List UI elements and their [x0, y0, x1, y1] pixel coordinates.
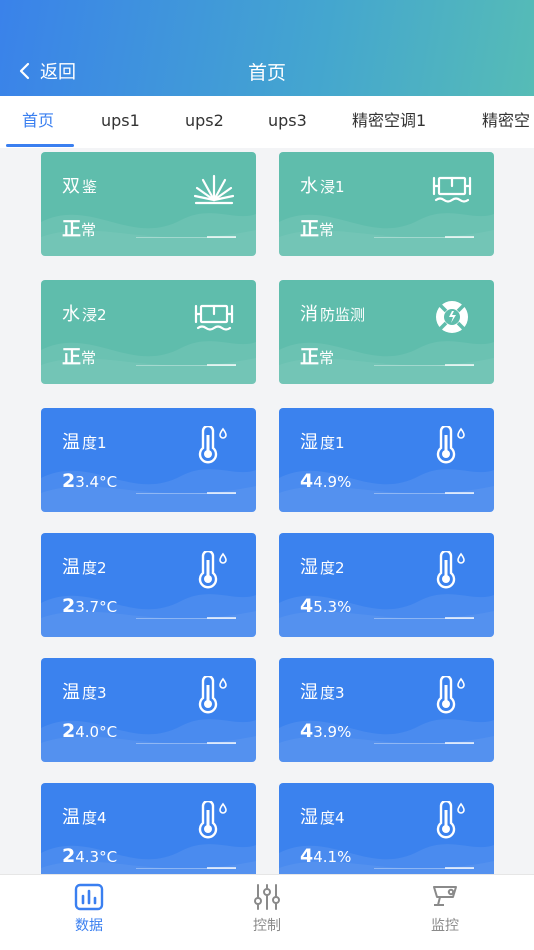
- card-divider-accent: [445, 867, 474, 869]
- card-divider-accent: [445, 742, 474, 744]
- tab-bar: 首页 ups1 ups2 ups3 精密空调1 精密空: [0, 96, 534, 148]
- nav-label: 数据: [75, 918, 103, 934]
- sensor-card-temperature-1[interactable]: 温度1 23.4°C: [41, 408, 256, 512]
- active-tab-indicator: [6, 144, 74, 147]
- sliders-icon: [254, 884, 280, 910]
- card-value: 正常: [300, 218, 335, 240]
- thermometer-icon: [436, 426, 465, 464]
- sensor-card-humidity-2[interactable]: 湿度2 45.3%: [279, 533, 494, 637]
- card-divider-accent: [207, 492, 236, 494]
- thermometer-icon: [436, 676, 465, 714]
- card-title: 湿度4: [300, 807, 345, 828]
- bottom-nav: 数据 控制 监控: [0, 874, 534, 950]
- sensor-card-smoke[interactable]: 双鉴 正常: [41, 152, 256, 256]
- thermometer-icon: [198, 676, 227, 714]
- nav-monitor[interactable]: 监控: [405, 883, 485, 935]
- card-title: 温度3: [62, 682, 107, 703]
- card-title: 温度1: [62, 432, 107, 453]
- thermometer-icon: [436, 551, 465, 589]
- sensor-card-humidity-4[interactable]: 湿度4 44.1%: [279, 783, 494, 874]
- thermometer-icon: [198, 426, 227, 464]
- thermometer-icon: [198, 551, 227, 589]
- card-value: 45.3%: [300, 595, 352, 617]
- card-title: 湿度3: [300, 682, 345, 703]
- chart-icon: [74, 883, 104, 911]
- camera-icon: [433, 886, 457, 906]
- sensor-grid: 双鉴 正常 水浸1 正常 水浸2 正常 消防监测 正常 温度1 23.4°C 湿…: [0, 148, 534, 874]
- card-value: 44.9%: [300, 470, 352, 492]
- card-divider-accent: [445, 236, 474, 238]
- card-value: 24.0°C: [62, 720, 118, 742]
- tab-ups1[interactable]: ups1: [101, 96, 140, 148]
- card-value: 24.3°C: [62, 845, 118, 867]
- card-divider-accent: [445, 492, 474, 494]
- thermometer-icon: [436, 801, 465, 839]
- card-divider-accent: [207, 617, 236, 619]
- card-title: 双鉴: [62, 176, 98, 197]
- sensor-card-water-leak-2[interactable]: 水浸2 正常: [41, 280, 256, 384]
- nav-data[interactable]: 数据: [49, 883, 129, 935]
- top-header: 返回 首页: [0, 0, 534, 96]
- card-divider-accent: [207, 867, 236, 869]
- card-value: 23.4°C: [62, 470, 118, 492]
- nav-label: 控制: [253, 918, 281, 934]
- water-leak-icon: [194, 304, 234, 331]
- page-title: 首页: [247, 62, 286, 84]
- water-leak-icon: [432, 176, 472, 203]
- fire-alarm-icon: [436, 301, 468, 333]
- sensor-card-humidity-3[interactable]: 湿度3 43.9%: [279, 658, 494, 762]
- card-title: 湿度1: [300, 432, 345, 453]
- sensor-card-humidity-1[interactable]: 湿度1 44.9%: [279, 408, 494, 512]
- card-value: 23.7°C: [62, 595, 118, 617]
- thermometer-icon: [198, 801, 227, 839]
- card-title: 水浸1: [300, 176, 345, 197]
- nav-control[interactable]: 控制: [227, 883, 307, 935]
- card-divider-accent: [445, 364, 474, 366]
- card-value: 44.1%: [300, 845, 352, 867]
- tab-precision-ac-1[interactable]: 精密空调1: [352, 96, 426, 148]
- tab-ups2[interactable]: ups2: [185, 96, 224, 148]
- card-value: 正常: [300, 346, 335, 368]
- card-value: 43.9%: [300, 720, 352, 742]
- tab-precision-ac-2[interactable]: 精密空: [482, 96, 530, 148]
- card-title: 温度4: [62, 807, 107, 828]
- card-title: 湿度2: [300, 557, 345, 578]
- card-title: 消防监测: [300, 304, 366, 325]
- tab-ups3[interactable]: ups3: [268, 96, 307, 148]
- card-value: 正常: [62, 218, 97, 240]
- card-divider-accent: [207, 742, 236, 744]
- tab-home[interactable]: 首页: [22, 96, 54, 148]
- nav-label: 监控: [431, 918, 459, 934]
- smoke-detector-icon: [194, 174, 234, 205]
- sensor-card-temperature-2[interactable]: 温度2 23.7°C: [41, 533, 256, 637]
- sensor-card-water-leak-1[interactable]: 水浸1 正常: [279, 152, 494, 256]
- card-divider-accent: [207, 364, 236, 366]
- card-divider-accent: [445, 617, 474, 619]
- card-title: 水浸2: [62, 304, 107, 325]
- sensor-card-temperature-3[interactable]: 温度3 24.0°C: [41, 658, 256, 762]
- sensor-card-temperature-4[interactable]: 温度4 24.3°C: [41, 783, 256, 874]
- sensor-card-fire-monitor[interactable]: 消防监测 正常: [279, 280, 494, 384]
- card-divider-accent: [207, 236, 236, 238]
- card-value: 正常: [62, 346, 97, 368]
- card-title: 温度2: [62, 557, 107, 578]
